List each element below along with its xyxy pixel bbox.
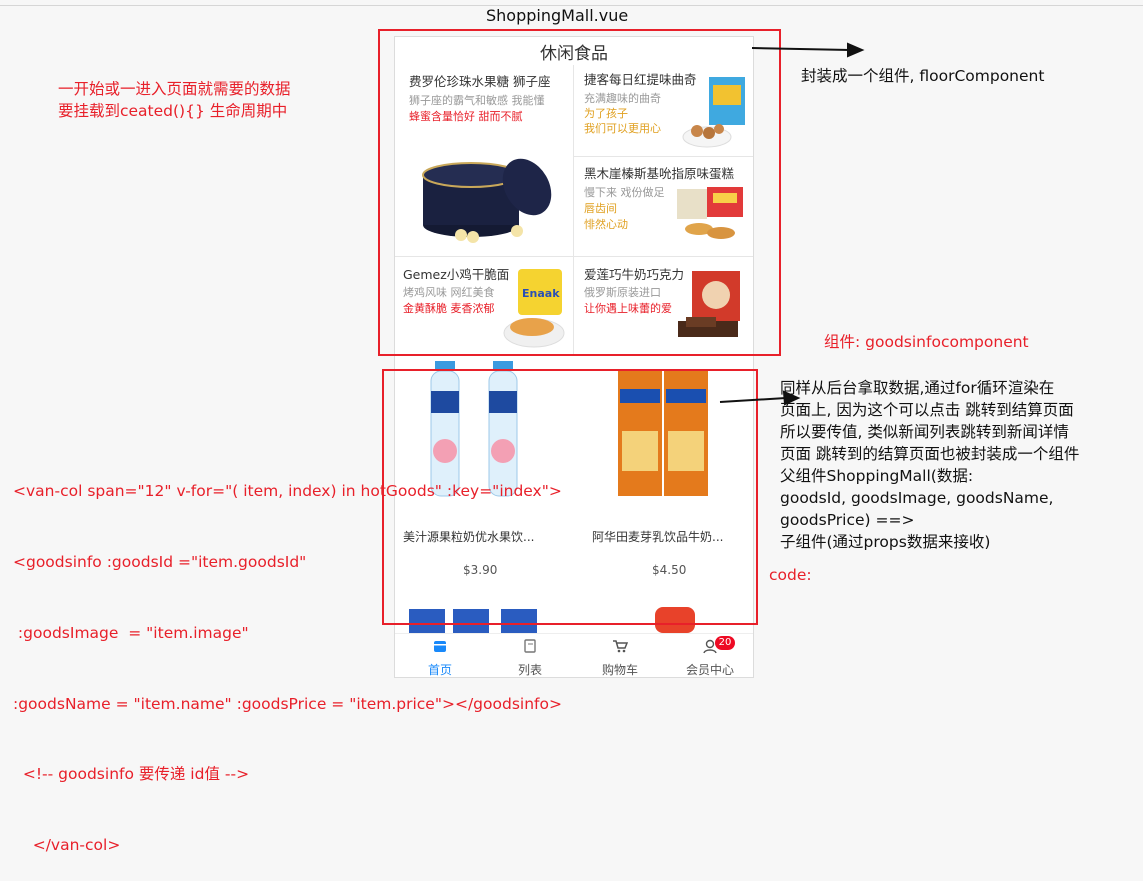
code-line: :goodsImage = "item.image"	[13, 623, 249, 642]
right-note-line: goodsPrice) ==>	[780, 511, 915, 529]
right-note-line: 同样从后台拿取数据,通过for循环渲染在	[780, 379, 1055, 397]
code-line: </van-col>	[13, 836, 121, 855]
right-note-line: 子组件(通过props数据来接收)	[780, 533, 991, 551]
tab-label: 购物车	[601, 663, 638, 677]
left-note-line-1: 一开始或一进入页面就需要的数据	[58, 80, 291, 98]
tab-member[interactable]: 20 会员中心	[665, 634, 753, 677]
right-note-line: 父组件ShoppingMall(数据:	[780, 467, 974, 485]
right-note-line: goodsId, goodsImage, goodsName,	[780, 489, 1054, 507]
code-line: <van-col span="12" v-for="( item, index)…	[13, 482, 562, 501]
cart-icon	[613, 640, 628, 653]
code-label: code:	[769, 566, 812, 584]
tab-cart[interactable]: 购物车	[575, 634, 665, 677]
left-note-line-2: 要挂载到ceated(){} 生命周期中	[58, 102, 288, 120]
floor-component-note: 封装成一个组件, floorComponent	[801, 67, 1045, 85]
file-title: ShoppingMall.vue	[486, 6, 629, 25]
right-note-line: 页面上, 因为这个可以点击 跳转到结算页面	[780, 401, 1074, 419]
right-note-line: 页面 跳转到的结算页面也被封装成一个组件	[780, 445, 1080, 463]
notification-badge: 20	[715, 636, 735, 650]
right-note-line: 所以要传值, 类似新闻列表跳转到新闻详情	[780, 423, 1069, 441]
floor-component-highlight	[378, 29, 781, 356]
left-note: 一开始或一进入页面就需要的数据 要挂载到ceated(){} 生命周期中	[58, 78, 291, 122]
code-line: :goodsName = "item.name" :goodsPrice = "…	[13, 694, 562, 713]
arrow-to-floor-note	[751, 42, 865, 58]
goods-component-note: 组件: goodsinfocomponent	[824, 333, 1029, 351]
code-line: <goodsinfo :goodsId ="item.goodsId"	[13, 552, 307, 571]
code-line: <!-- goodsinfo 要传递 id值 -->	[13, 765, 250, 784]
right-explanation: 同样从后台拿取数据,通过for循环渲染在 页面上, 因为这个可以点击 跳转到结算…	[780, 377, 1079, 553]
tab-label: 会员中心	[685, 663, 734, 677]
code-snippet: <van-col span="12" v-for="( item, index)…	[13, 433, 562, 881]
